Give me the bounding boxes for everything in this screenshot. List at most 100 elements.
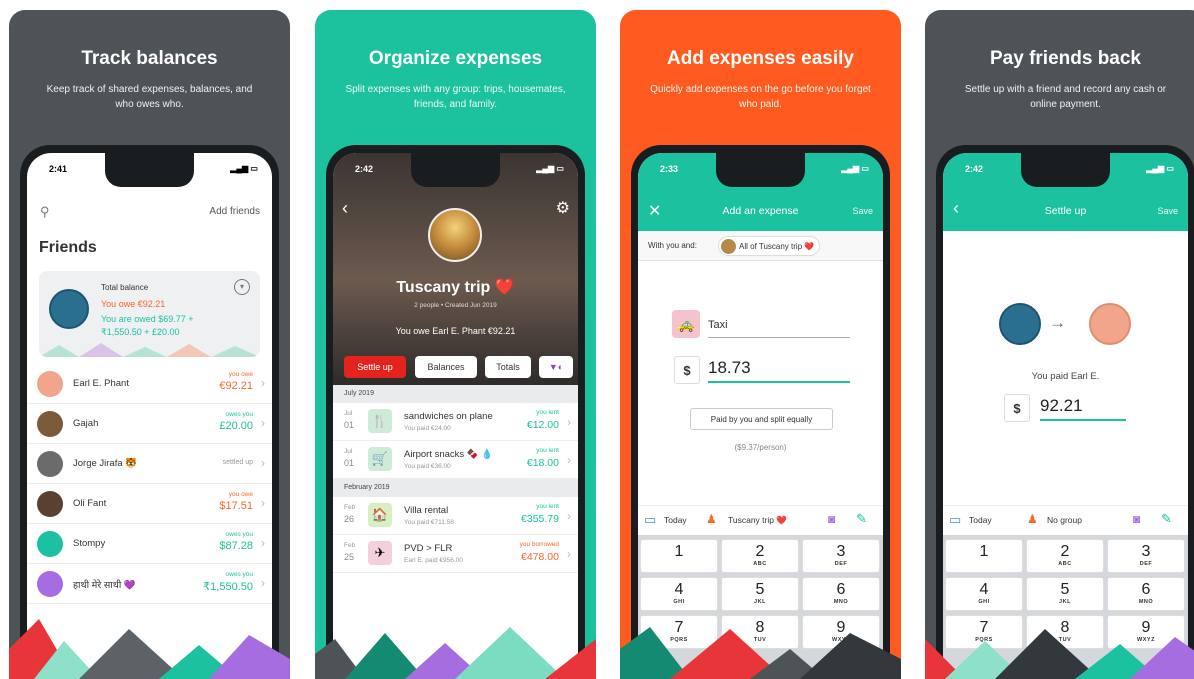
expense-paid-by: You paid €24.00 (404, 425, 451, 432)
keypad-key-6[interactable]: 6 MNO (802, 577, 880, 611)
friend-row[interactable]: हाथी मेरे साथी 💜 owes you ₹1,550.50 › (27, 564, 272, 604)
keypad-key-3[interactable]: 3 DEF (1107, 539, 1185, 573)
expense-row[interactable]: Jul 01 🛒 Airport snacks 🍫 💧 You paid €36.00 y… (333, 441, 578, 479)
description-field[interactable]: Taxi (708, 319, 850, 338)
expense-category-icon: 🏠 (368, 503, 392, 527)
amount-field[interactable]: 18.73 (708, 358, 850, 383)
phone-notch (716, 153, 805, 187)
calendar-icon[interactable]: ▭ (644, 512, 656, 528)
status-time: 2:42 (965, 164, 984, 174)
keypad-key-2[interactable]: 2 ABC (1026, 539, 1104, 573)
keypad-key-6[interactable]: 6 MNO (1107, 577, 1185, 611)
group-icon[interactable]: ♟ (706, 512, 717, 526)
status-icons: ▂▄▆ ▭ (1146, 164, 1174, 173)
friend-row[interactable]: Jorge Jirafa 🐯 settled up › (27, 444, 272, 484)
panel-organize-expenses: Organize expenses Split expenses with an… (315, 10, 596, 679)
group-balance: You owe Earl E. Phant €92.21 (395, 326, 516, 336)
phone-screen: 2:42 ▂▄▆ ▭ ‹ Settle up Save → You paid E… (943, 153, 1188, 673)
taxi-icon[interactable]: 🚕 (672, 310, 700, 338)
keypad-key-1[interactable]: 1 (640, 539, 718, 573)
avatar (37, 411, 63, 437)
calendar-icon[interactable]: ▭ (949, 512, 961, 528)
chevron-right-icon: › (567, 509, 571, 523)
amount-field[interactable]: 92.21 (1040, 396, 1126, 421)
totals-button[interactable]: Totals (485, 356, 531, 378)
group-chip[interactable]: All of Tuscany trip ❤️ (718, 236, 821, 256)
panel-title: Track balances (81, 48, 218, 69)
group-button[interactable]: Tuscany trip ❤️ (728, 515, 787, 526)
search-icon[interactable]: ⚲ (40, 204, 50, 220)
expense-status: you borrowed (519, 541, 559, 548)
keypad-digit: 5 (1060, 581, 1070, 598)
keypad-key-5[interactable]: 5 JKL (1026, 577, 1104, 611)
panel-subtitle: Split expenses with any group: trips, ho… (345, 84, 566, 110)
expense-paid-by: Earl E. paid €956.00 (404, 557, 463, 564)
expense-category-icon: 🍴 (368, 409, 392, 433)
friend-row[interactable]: Gajah owes you £20.00 › (27, 404, 272, 444)
keypad-key-4[interactable]: 4 GHI (640, 577, 718, 611)
status-time: 2:33 (660, 164, 679, 174)
keypad-digit: 4 (979, 581, 989, 598)
mountain-decoration (925, 629, 1194, 679)
balances-button[interactable]: Balances (415, 356, 477, 378)
group-button[interactable]: No group (1047, 515, 1082, 525)
friend-row[interactable]: Earl E. Phant you owe €92.21 › (27, 364, 272, 404)
split-button[interactable]: Paid by you and split equally (690, 408, 833, 430)
filter-icon[interactable]: ▾ (234, 279, 250, 295)
group-icon[interactable]: ♟ (1027, 512, 1038, 526)
more-button[interactable]: ▼◐ (539, 356, 573, 378)
panel-subtitle: Settle up with a friend and record any c… (964, 84, 1167, 110)
expense-status: you lent (536, 503, 559, 510)
date-button[interactable]: Today (969, 515, 992, 525)
chevron-right-icon: › (261, 576, 265, 590)
expense-row[interactable]: Feb 26 🏠 Villa rental You paid €711.58 you le… (333, 497, 578, 535)
note-icon[interactable]: ✎ (856, 511, 867, 527)
panel-track-balances: Track balances Keep track of shared expe… (9, 10, 290, 679)
date-button[interactable]: Today (664, 515, 687, 525)
expense-category-icon: 🛒 (368, 447, 392, 471)
currency-button[interactable]: $ (674, 356, 700, 384)
add-friends-button[interactable]: Add friends (209, 206, 260, 217)
page-title: Friends (39, 239, 97, 256)
back-icon[interactable]: ‹ (342, 198, 348, 219)
keypad-letters: MNO (1138, 599, 1154, 605)
chevron-right-icon: › (567, 453, 571, 467)
keypad-key-5[interactable]: 5 JKL (721, 577, 799, 611)
keypad-key-4[interactable]: 4 GHI (945, 577, 1023, 611)
expense-row[interactable]: Feb 25 ✈ PVD > FLR Earl E. paid €956.00 you b… (333, 535, 578, 573)
expense-row[interactable]: Jul 01 🍴 sandwiches on plane You paid €24.00… (333, 403, 578, 441)
keypad-digit: 4 (674, 581, 684, 598)
total-balance-card[interactable]: Total balance You owe €92.21 You are owe… (39, 271, 260, 357)
phone-screen: 2:42 ▂▄▆ ▭ ‹ ⚙ Tuscany trip ❤️ 2 people … (333, 153, 578, 673)
gear-icon[interactable]: ⚙ (556, 198, 570, 218)
expense-name: sandwiches on plane (404, 411, 493, 422)
keypad-key-1[interactable]: 1 (945, 539, 1023, 573)
keypad-letters: ABC (1058, 561, 1072, 567)
keypad-key-3[interactable]: 3 DEF (802, 539, 880, 573)
expense-month: Jul (344, 448, 353, 455)
friend-name: Jorge Jirafa 🐯 (73, 458, 138, 469)
note-icon[interactable]: ✎ (1161, 511, 1172, 527)
chevron-right-icon: › (567, 547, 571, 561)
mountain-decoration (315, 627, 596, 679)
keypad-letters: JKL (1059, 599, 1071, 605)
phone-notch (1021, 153, 1110, 187)
camera-icon[interactable]: ◙ (828, 512, 835, 526)
panel-subtitle: Quickly add expenses on the go before yo… (650, 84, 871, 110)
expense-name: Airport snacks 🍫 💧 (404, 449, 494, 460)
save-button[interactable]: Save (1157, 206, 1178, 216)
keypad-key-2[interactable]: 2 ABC (721, 539, 799, 573)
settle-up-button[interactable]: Settle up (344, 356, 406, 378)
friend-row[interactable]: Oli Fant you owe $17.51 › (27, 484, 272, 524)
with-you-label: With you and: (648, 241, 697, 250)
currency-button[interactable]: $ (1004, 394, 1030, 422)
section-header: February 2019 (333, 479, 578, 497)
friend-status: you owe (228, 491, 253, 498)
save-button[interactable]: Save (852, 206, 873, 216)
expense-paid-by: You paid €711.58 (404, 519, 454, 526)
camera-icon[interactable]: ◙ (1133, 512, 1140, 526)
friend-row[interactable]: Stompy owes you $87.28 › (27, 524, 272, 564)
phone-notch (105, 153, 194, 187)
header-title: Add an expense (722, 205, 799, 217)
avatar (37, 451, 63, 477)
